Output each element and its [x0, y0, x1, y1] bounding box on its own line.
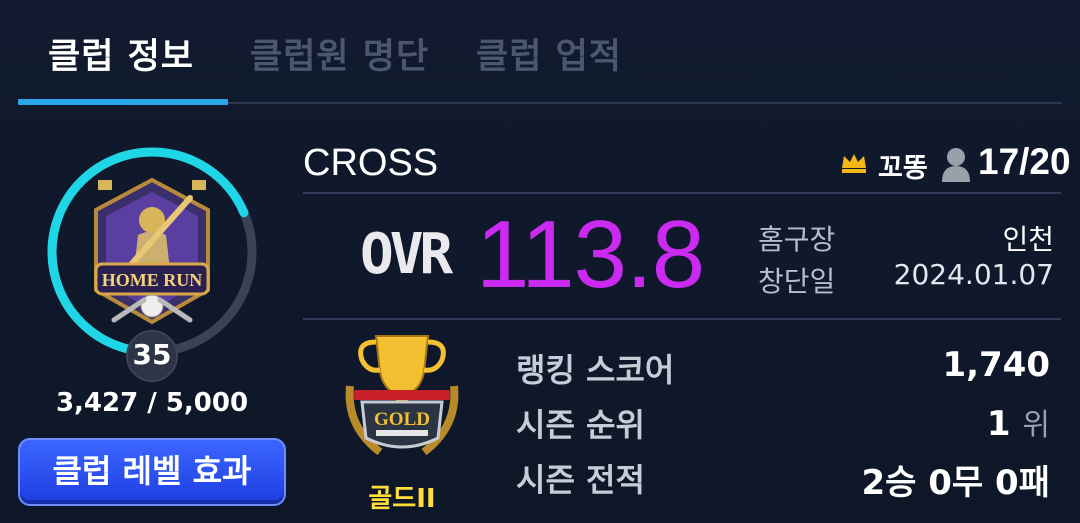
- ovr-label: OVR: [360, 222, 453, 287]
- club-grade-name: 골드II: [368, 484, 436, 514]
- club-exp-text: 3,427 / 5,000: [55, 388, 249, 418]
- crown-icon: [842, 154, 866, 173]
- member-count: 17/20: [978, 141, 1071, 182]
- club-level-badge: 35: [126, 330, 178, 382]
- tab-bar: 클럽 정보 클럽원 명단 클럽 업적: [18, 0, 1062, 106]
- home-stadium-value: 인천: [1002, 223, 1054, 256]
- season-rank-unit: 위: [1022, 408, 1050, 443]
- home-run-emblem: HOME RUN: [94, 177, 210, 325]
- tab-member-list[interactable]: 클럽원 명단: [250, 28, 429, 79]
- season-rank-number: 1: [986, 404, 1011, 444]
- ranking-score-value: 1,740: [942, 345, 1050, 385]
- home-stadium-label: 홈구장: [758, 223, 836, 256]
- ovr-value: 113.8: [476, 201, 705, 308]
- ranking-score-label: 랭킹 스코어: [516, 351, 675, 389]
- season-rank-value: 1 위: [987, 400, 1050, 444]
- svg-text:GOLD: GOLD: [374, 409, 430, 430]
- club-name: CROSS: [303, 142, 439, 184]
- active-tab-indicator: [18, 99, 228, 105]
- season-record-label: 시즌 전적: [516, 461, 645, 499]
- founded-value: 2024.01.07: [893, 258, 1054, 291]
- member-icon: [942, 148, 970, 182]
- svg-text:HOME RUN: HOME RUN: [102, 270, 203, 290]
- gold-trophy-emblem: GOLD: [345, 335, 459, 456]
- tab-club-achievements[interactable]: 클럽 업적: [476, 28, 622, 79]
- club-level-effect-button[interactable]: 클럽 레벨 효과: [18, 438, 286, 506]
- divider-middle: [303, 318, 1061, 320]
- season-record-value: 2승 0무 0패: [861, 463, 1051, 503]
- club-owner-name: 꼬똥: [878, 153, 928, 184]
- founded-label: 창단일: [758, 265, 836, 298]
- tab-club-info[interactable]: 클럽 정보: [48, 28, 194, 79]
- season-rank-label: 시즌 순위: [516, 406, 645, 444]
- divider-top: [303, 192, 1061, 194]
